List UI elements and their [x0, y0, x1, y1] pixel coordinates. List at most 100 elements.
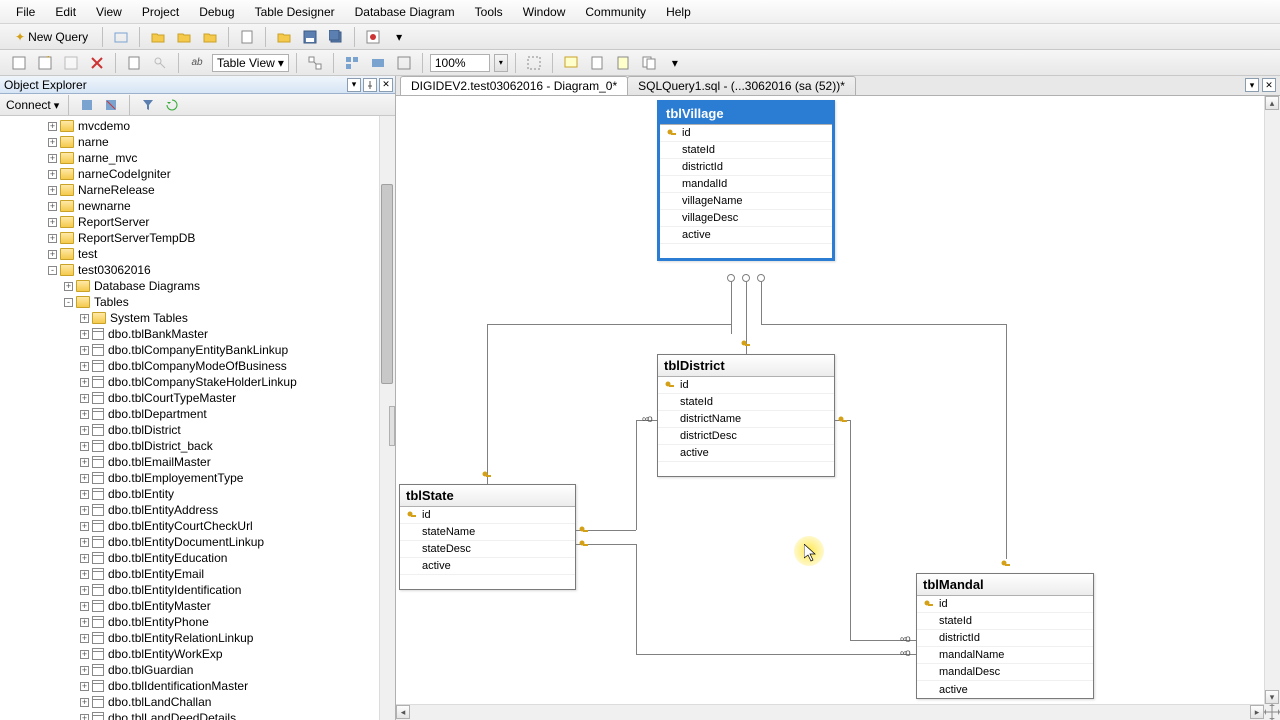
new-annotation-icon[interactable]: [560, 52, 582, 74]
tree-node[interactable]: +dbo.tblEntity: [0, 486, 395, 502]
expand-icon[interactable]: +: [80, 362, 89, 371]
table-column-row[interactable]: mandalDesc: [917, 664, 1093, 681]
expand-icon[interactable]: +: [80, 554, 89, 563]
menu-tools[interactable]: Tools: [465, 1, 513, 23]
table-column-row[interactable]: mandalId: [660, 176, 832, 193]
menu-debug[interactable]: Debug: [189, 1, 244, 23]
expand-icon[interactable]: +: [80, 634, 89, 643]
table-tblvillage[interactable]: tblVillage idstateIddistrictIdmandalIdvi…: [657, 100, 835, 261]
expand-icon[interactable]: +: [48, 138, 57, 147]
tree-node[interactable]: +dbo.tblLandDeedDetails: [0, 710, 395, 720]
expand-icon[interactable]: -: [48, 266, 57, 275]
zoom-dropdown-icon[interactable]: ▾: [494, 54, 508, 72]
table-column-row[interactable]: stateId: [658, 394, 834, 411]
menu-community[interactable]: Community: [575, 1, 656, 23]
expand-icon[interactable]: +: [80, 426, 89, 435]
table-column-row[interactable]: active: [400, 558, 575, 575]
expand-icon[interactable]: +: [80, 522, 89, 531]
page-break-icon[interactable]: [523, 52, 545, 74]
expand-icon[interactable]: -: [64, 298, 73, 307]
zoom-combo[interactable]: 100%: [430, 54, 490, 72]
tree-node[interactable]: +dbo.tblEntityRelationLinkup: [0, 630, 395, 646]
layout-icon[interactable]: [341, 52, 363, 74]
table-column-row[interactable]: villageDesc: [660, 210, 832, 227]
new-table-icon[interactable]: *: [34, 52, 56, 74]
expand-icon[interactable]: +: [80, 346, 89, 355]
tree-node[interactable]: +narne_mvc: [0, 150, 395, 166]
pin-icon[interactable]: [363, 78, 377, 92]
expand-icon[interactable]: +: [48, 218, 57, 227]
tree-node[interactable]: +dbo.tblEntityPhone: [0, 614, 395, 630]
expand-icon[interactable]: +: [80, 714, 89, 720]
tree-node[interactable]: -Tables: [0, 294, 395, 310]
tree-node[interactable]: +dbo.tblEntityEmail: [0, 566, 395, 582]
expand-icon[interactable]: +: [64, 282, 73, 291]
expand-icon[interactable]: +: [48, 202, 57, 211]
tree-node[interactable]: +dbo.tblBankMaster: [0, 326, 395, 342]
expand-icon[interactable]: +: [48, 154, 57, 163]
recalc-icon[interactable]: [612, 52, 634, 74]
scroll-left-icon[interactable]: ◂: [396, 705, 410, 719]
tree-node[interactable]: +dbo.tblCourtTypeMaster: [0, 390, 395, 406]
table-column-row[interactable]: districtDesc: [658, 428, 834, 445]
vertical-scrollbar[interactable]: ▴ ▾: [1264, 96, 1280, 704]
tree-node[interactable]: +mvcdemo: [0, 118, 395, 134]
tree-node[interactable]: +dbo.tblDistrict_back: [0, 438, 395, 454]
tree-node[interactable]: +narneCodeIgniter: [0, 166, 395, 182]
scroll-right-icon[interactable]: ▸: [1250, 705, 1264, 719]
menu-window[interactable]: Window: [513, 1, 576, 23]
expand-icon[interactable]: +: [48, 250, 57, 259]
tree-node[interactable]: +newnarne: [0, 198, 395, 214]
tree-node[interactable]: +ReportServer: [0, 214, 395, 230]
expand-icon[interactable]: +: [80, 442, 89, 451]
expand-icon[interactable]: +: [80, 330, 89, 339]
table-tblmandal[interactable]: tblMandal idstateIddistrictIdmandalNamem…: [916, 573, 1094, 699]
scrollbar-thumb[interactable]: [381, 184, 393, 384]
page-icon[interactable]: [236, 26, 258, 48]
table-header[interactable]: tblMandal: [917, 574, 1093, 596]
menu-view[interactable]: View: [86, 1, 132, 23]
expand-icon[interactable]: +: [80, 410, 89, 419]
expand-icon[interactable]: +: [80, 506, 89, 515]
tree-node[interactable]: +System Tables: [0, 310, 395, 326]
expand-icon[interactable]: +: [80, 682, 89, 691]
diagram-surface[interactable]: tblVillage idstateIddistrictIdmandalIdvi…: [396, 96, 1280, 720]
window-position-icon[interactable]: ▾: [347, 78, 361, 92]
relationship-icon[interactable]: [304, 52, 326, 74]
expand-icon[interactable]: +: [80, 458, 89, 467]
menu-help[interactable]: Help: [656, 1, 701, 23]
table-column-row[interactable]: stateId: [660, 142, 832, 159]
table-column-row[interactable]: active: [917, 681, 1093, 698]
tree-node[interactable]: +dbo.tblCompanyEntityBankLinkup: [0, 342, 395, 358]
connect-button[interactable]: Connect ▾: [6, 98, 59, 112]
menu-table-designer[interactable]: Table Designer: [245, 1, 345, 23]
close-tab-icon[interactable]: ✕: [1262, 78, 1276, 92]
disconnect-icon[interactable]: [78, 96, 96, 114]
table-column-row[interactable]: districtId: [660, 159, 832, 176]
save-icon[interactable]: [299, 26, 321, 48]
tree-node[interactable]: +dbo.tblEntityEducation: [0, 550, 395, 566]
menu-edit[interactable]: Edit: [45, 1, 86, 23]
table-column-row[interactable]: id: [660, 125, 832, 142]
tree-node[interactable]: +dbo.tblIdentificationMaster: [0, 678, 395, 694]
table-column-row[interactable]: id: [917, 596, 1093, 613]
arrange-icon[interactable]: [367, 52, 389, 74]
splitter[interactable]: [389, 406, 395, 446]
table-column-row[interactable]: stateId: [917, 613, 1093, 630]
table-column-row[interactable]: stateName: [400, 524, 575, 541]
tree-node[interactable]: +dbo.tblEntityAddress: [0, 502, 395, 518]
filter-icon[interactable]: [139, 96, 157, 114]
tree-node[interactable]: +dbo.tblEmailMaster: [0, 454, 395, 470]
table-column-row[interactable]: active: [660, 227, 832, 244]
horizontal-scrollbar[interactable]: ◂ ▸: [396, 704, 1264, 720]
table-column-row[interactable]: active: [658, 445, 834, 462]
expand-icon[interactable]: +: [80, 602, 89, 611]
tree-node[interactable]: +dbo.tblGuardian: [0, 662, 395, 678]
scroll-down-icon[interactable]: ▾: [1265, 690, 1279, 704]
close-icon[interactable]: ✕: [379, 78, 393, 92]
tree-node[interactable]: +NarneRelease: [0, 182, 395, 198]
tree-node[interactable]: +dbo.tblLandChallan: [0, 694, 395, 710]
menu-database-diagram[interactable]: Database Diagram: [345, 1, 465, 23]
scroll-up-icon[interactable]: ▴: [1265, 96, 1279, 110]
expand-icon[interactable]: +: [80, 394, 89, 403]
